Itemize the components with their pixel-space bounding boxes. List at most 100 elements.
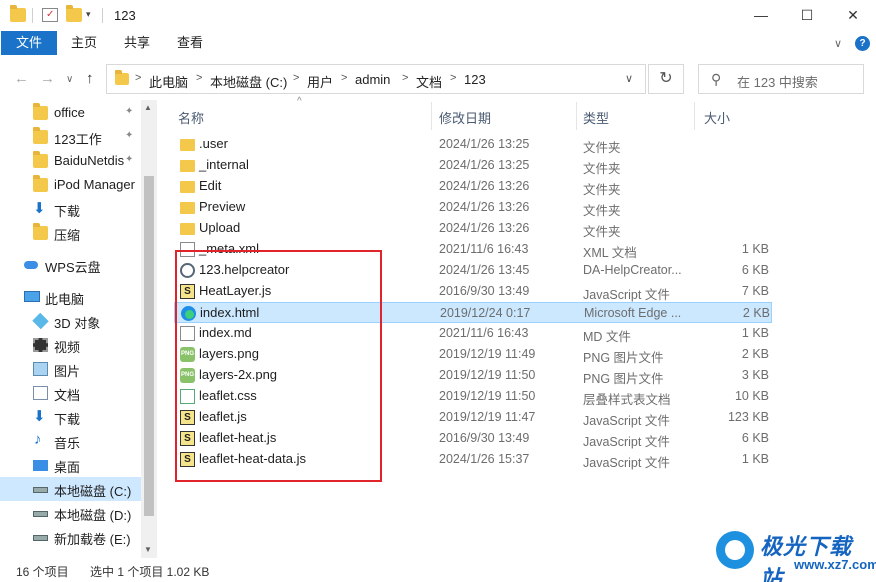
scroll-down-icon[interactable]: ▼ [144,545,152,554]
sidebar-item-3d-objects[interactable]: 3D 对象 [0,309,141,333]
sidebar-item-label: 123工作 [54,132,102,147]
column-header-type[interactable]: 类型 [583,108,609,127]
sidebar-item-drive-d[interactable]: 本地磁盘 (D:) [0,501,141,525]
breadcrumb-drive-c[interactable]: 本地磁盘 (C:) [210,72,287,91]
scrollbar-thumb[interactable] [144,176,154,516]
column-header-date[interactable]: 修改日期 [439,108,491,127]
sidebar-item-videos[interactable]: 视频 [0,333,141,357]
file-type: 文件夹 [583,204,621,218]
file-type: Microsoft Edge ... [584,306,682,320]
breadcrumb-123[interactable]: 123 [464,72,486,87]
sidebar-item-pictures[interactable]: 图片 [0,357,141,381]
sidebar-item-label: 此电脑 [45,292,85,307]
file-row[interactable]: _internal 2024/1/26 13:25 文件夹 [174,155,772,176]
breadcrumb-this-pc[interactable]: 此电脑 [149,72,188,91]
new-folder-icon[interactable] [66,5,82,22]
column-divider[interactable] [694,102,695,130]
sidebar-item-label: iPod Manager [54,177,135,192]
file-date: 2024/1/26 15:37 [439,452,530,466]
file-size: 1 KB [741,326,769,340]
file-size: 7 KB [741,284,769,298]
file-row[interactable]: Preview 2024/1/26 13:26 文件夹 [174,197,772,218]
back-button[interactable]: ← [14,70,29,87]
file-name: Preview [199,199,246,214]
sidebar-item-label: 下载 [54,412,81,427]
watermark-url: www.xz7.com [794,557,876,572]
scroll-up-icon[interactable]: ▲ [144,103,152,112]
sidebar-item-label: 音乐 [54,436,81,451]
refresh-button[interactable]: ↻ [648,64,684,94]
address-bar[interactable]: > 此电脑 > 本地磁盘 (C:) > 用户 > admin > 文档 > 12… [106,64,646,94]
breadcrumb-separator: > [135,72,142,84]
folder-icon [33,223,48,240]
file-date: 2024/1/26 13:26 [439,179,530,193]
file-type: PNG 图片文件 [583,351,664,365]
sidebar-scrollbar[interactable]: ▲ ▼ [141,100,157,558]
file-date: 2019/12/19 11:50 [439,389,536,403]
window-title: 123 [114,8,136,23]
column-divider[interactable] [576,102,577,130]
expand-ribbon-icon[interactable]: ∨ [834,37,842,50]
computer-icon [24,291,40,302]
tab-view[interactable]: 查看 [177,31,203,55]
help-icon[interactable]: ? [855,36,870,51]
file-size: 123 KB [727,410,769,424]
sidebar-item-music[interactable]: ♪ 音乐 [0,429,141,453]
column-header-size[interactable]: 大小 [704,108,730,127]
sidebar-item-this-pc[interactable]: 此电脑 [0,285,141,309]
sidebar-item-baidunetdisk[interactable]: BaiduNetdis ✦ [0,149,141,173]
sidebar-item-drive-c[interactable]: 本地磁盘 (C:) [0,477,141,501]
breadcrumb-separator: > [196,72,203,84]
sidebar-item-wps-cloud[interactable]: WPS云盘 [0,253,141,277]
tab-home[interactable]: 主页 [71,31,97,55]
quick-access-dropdown-icon[interactable]: ▾ [86,9,91,20]
file-name: .user [199,136,228,151]
file-type: JavaScript 文件 [583,456,670,470]
drive-icon [33,535,48,541]
file-date: 2024/1/26 13:25 [439,137,530,151]
search-input[interactable]: ⚲ 在 123 中搜索 [698,64,864,94]
file-type: 文件夹 [583,183,621,197]
minimize-button[interactable]: — [738,0,784,31]
address-dropdown-icon[interactable]: ∨ [625,72,633,85]
sidebar-item-123work[interactable]: 123工作 ✦ [0,125,141,149]
sidebar-item-label: 新加载卷 (E:) [54,532,131,547]
sidebar-item-label: 3D 对象 [54,316,101,331]
sidebar-item-downloads-quick[interactable]: ⬇ 下载 [0,197,141,221]
documents-icon [33,386,48,400]
sidebar-item-ipod-manager[interactable]: iPod Manager [0,173,141,197]
file-type: XML 文档 [583,246,637,260]
column-divider[interactable] [431,102,432,130]
sidebar-item-label: 本地磁盘 (D:) [54,508,132,523]
tab-share[interactable]: 共享 [124,31,150,55]
file-row[interactable]: Edit 2024/1/26 13:26 文件夹 [174,176,772,197]
close-button[interactable]: ✕ [830,0,876,31]
sidebar-item-downloads[interactable]: ⬇ 下载 [0,405,141,429]
sidebar-item-label: office [54,105,85,120]
properties-icon[interactable]: ✓ [42,8,58,22]
sidebar-item-desktop[interactable]: 桌面 [0,453,141,477]
file-size: 3 KB [741,368,769,382]
folder-icon [180,160,195,172]
sidebar-item-label: 下载 [54,204,81,219]
file-name: Edit [199,178,222,193]
sidebar-item-drive-e[interactable]: 新加载卷 (E:) [0,525,141,549]
column-header-name[interactable]: 名称 [178,108,204,127]
up-button[interactable]: ↑ [86,70,94,87]
file-row[interactable]: Upload 2024/1/26 13:26 文件夹 [174,218,772,239]
breadcrumb-documents[interactable]: 文档 [416,72,442,91]
file-name: Upload [199,220,241,235]
maximize-button[interactable]: ☐ [784,0,830,31]
breadcrumb-admin[interactable]: admin [355,72,390,87]
file-date: 2019/12/19 11:47 [439,410,536,424]
forward-button[interactable]: → [40,70,55,87]
recent-locations-button[interactable]: ∨ [66,74,73,85]
tab-file[interactable]: 文件 [1,31,57,55]
file-date: 2016/9/30 13:49 [439,431,530,445]
sidebar-item-documents[interactable]: 文档 [0,381,141,405]
breadcrumb-users[interactable]: 用户 [307,72,333,91]
sidebar-item-compress[interactable]: 压缩 [0,221,141,245]
file-size: 2 KB [742,306,770,320]
file-row[interactable]: .user 2024/1/26 13:25 文件夹 [174,134,772,155]
sidebar-item-office[interactable]: office ✦ [0,101,141,125]
